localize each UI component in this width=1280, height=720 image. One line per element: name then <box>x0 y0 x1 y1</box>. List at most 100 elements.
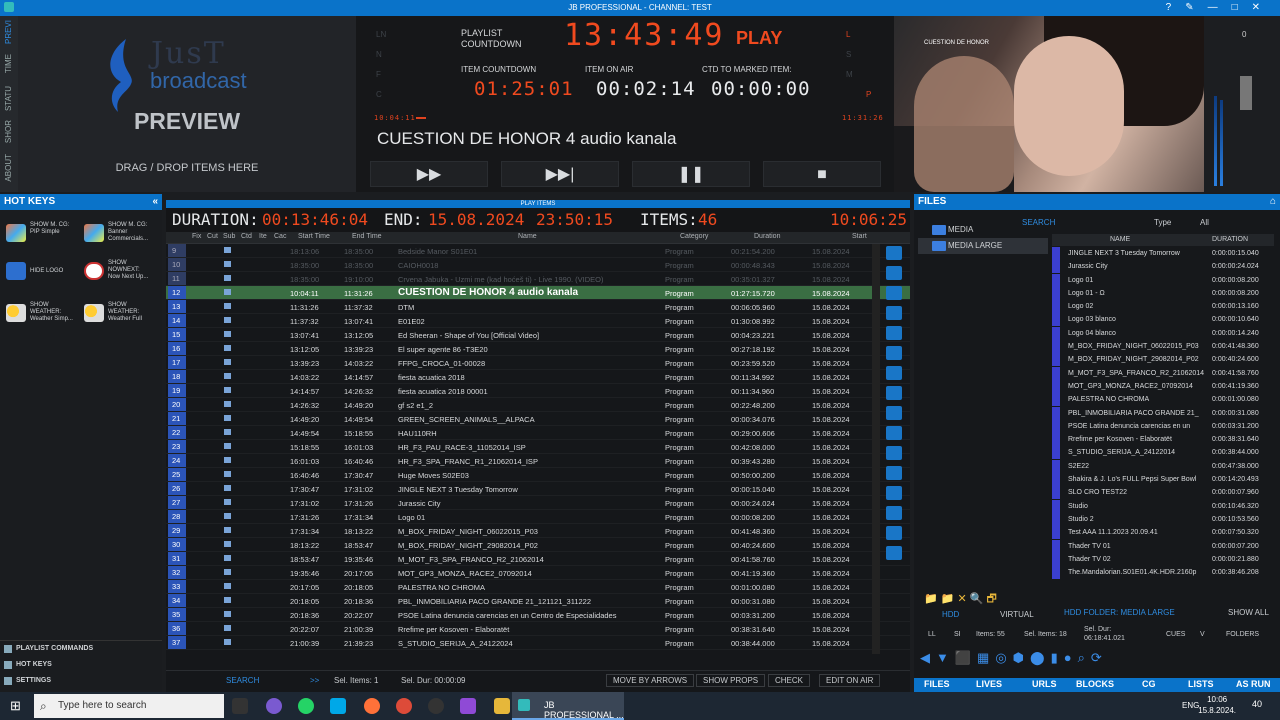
app-icon[interactable] <box>428 698 444 714</box>
table-row[interactable]: 26 17:30:47 17:31:02 JINGLE NEXT 3 Tuesday … <box>166 482 910 496</box>
skype-icon[interactable] <box>330 698 346 714</box>
volume-fader[interactable] <box>1240 76 1252 110</box>
virtual-tab[interactable]: VIRTUAL <box>1000 610 1034 619</box>
check-button[interactable]: CHECK <box>768 674 811 687</box>
ll-button[interactable]: LL <box>928 631 936 638</box>
visual-studio-icon[interactable] <box>460 698 476 714</box>
target-icon[interactable] <box>886 266 902 280</box>
delete-icon[interactable] <box>886 446 902 460</box>
window-controls[interactable]: ?✎—□✕ <box>1166 0 1274 16</box>
v-button[interactable]: V <box>1200 631 1205 638</box>
list-item[interactable]: Test AAA 11.1.2023 20.09.41 0:00:07:50.32… <box>1052 526 1274 540</box>
show-all-button[interactable]: SHOW ALL <box>1228 608 1269 617</box>
file-action-icons[interactable]: 📁 📁 ✕ 🔍 🗗 <box>924 590 1044 605</box>
pause-button[interactable]: ❚❚ <box>632 161 750 187</box>
menu-hot-keys[interactable]: HOT KEYS <box>0 657 162 673</box>
tab-shortcuts[interactable]: SHOR <box>4 120 13 143</box>
table-row[interactable]: 9 18:13:06 18:35:00 Bedside Manor S01E01 Pro… <box>166 244 910 258</box>
chrome-icon[interactable] <box>396 698 412 714</box>
list-item[interactable]: Studio 2 0:00:10:53.560 <box>1052 512 1274 526</box>
cube-icon[interactable] <box>886 346 902 360</box>
globe-icon[interactable] <box>886 326 902 340</box>
list-item[interactable]: Logo 01 0:00:00:08.200 <box>1052 273 1274 287</box>
table-row[interactable]: 24 16:01:03 16:40:46 HR_F3_SPA_FRANC_R1_210… <box>166 454 910 468</box>
tab-about[interactable]: ABOUT <box>4 154 13 182</box>
list-item[interactable]: M_BOX_FRIDAY_NIGHT_06022015_P03 0:00:41:4… <box>1052 340 1274 354</box>
col-duration[interactable]: Duration <box>754 233 780 240</box>
list-item[interactable]: Shakira & J. Lo's FULL Pepsi Super Bowl 0… <box>1052 473 1274 487</box>
taskbar-jb-app[interactable]: JB PROFESSIONAL ... <box>512 692 624 720</box>
hotkey-weather-simple[interactable]: SHOW WEATHER: Weather Simp... <box>4 298 76 328</box>
list-item[interactable]: SLO CRO TEST22 0:00:00:07.960 <box>1052 486 1274 500</box>
list-item[interactable]: JINGLE NEXT 3 Tuesday Tomorrow 0:00:00:15… <box>1052 247 1274 260</box>
type-select[interactable]: All <box>1200 218 1209 227</box>
table-row[interactable]: 31 18:53:47 19:35:46 M_MOT_F3_SPA_FRANCO_R2… <box>166 552 910 566</box>
table-row[interactable]: 23 15:18:55 16:01:03 HR_F3_PAU_RACE-3_11052… <box>166 440 910 454</box>
file-explorer-icon[interactable] <box>494 698 510 714</box>
list-item[interactable]: Rrefime per Kosoven - Elaboratët 0:00:38:… <box>1052 433 1274 447</box>
folder-media[interactable]: MEDIA <box>918 222 1048 238</box>
stop-button[interactable]: ■ <box>763 161 881 187</box>
tab-status[interactable]: STATU <box>4 86 13 111</box>
hotkey-weather-full[interactable]: SHOW WEATHER: Weather Full <box>82 298 154 328</box>
table-row[interactable]: 28 17:31:26 17:31:34 Logo 01 Program 00:00:08… <box>166 510 910 524</box>
col-file-name[interactable]: NAME <box>1110 236 1130 243</box>
table-row[interactable]: 20 14:26:32 14:49:20 gf s2 e1_2 Program 00:22… <box>166 398 910 412</box>
list-item[interactable]: The.Mandalorian.S01E01.4K.HDR.2160p 0:00:… <box>1052 566 1274 580</box>
search-link[interactable]: SEARCH <box>226 676 259 685</box>
hotkey-banner[interactable]: SHOW M. CG: Banner Commercials... <box>82 218 154 248</box>
table-row[interactable]: 17 13:39:23 14:03:22 FFPG_CROCA_01-00028 Pro… <box>166 356 910 370</box>
table-row[interactable]: 11 18:35:00 19:10:00 Crvena Jabuka - Uzmi m… <box>166 272 910 286</box>
table-row[interactable]: 12 10:04:11 11:31:26 CUESTION DE HONOR 4 au… <box>166 286 910 300</box>
edit-icon[interactable] <box>886 426 902 440</box>
col-sub[interactable]: Sub <box>223 233 235 240</box>
firefox-icon[interactable] <box>364 698 380 714</box>
table-row[interactable]: 30 18:13:22 18:53:47 M_BOX_FRIDAY_NIGHT_290… <box>166 538 910 552</box>
tab-blocks[interactable]: BLOCKS <box>1076 679 1114 689</box>
col-fix[interactable]: Fix <box>192 233 201 240</box>
col-category[interactable]: Category <box>680 233 708 240</box>
col-cac[interactable]: Cac <box>274 233 286 240</box>
col-end-time[interactable]: End Time <box>352 233 382 240</box>
menu-settings[interactable]: SETTINGS <box>0 673 162 689</box>
table-row[interactable]: 37 21:00:39 21:39:23 S_STUDIO_SERIJA_A_2412… <box>166 636 910 650</box>
tab-lives[interactable]: LIVES <box>976 679 1002 689</box>
list-item[interactable]: Thader TV 02 0:00:00:21.880 <box>1052 552 1274 566</box>
edit-on-air-button[interactable]: EDIT ON AIR <box>819 674 881 687</box>
pin-icon[interactable] <box>886 246 902 260</box>
tab-urls[interactable]: URLS <box>1032 679 1057 689</box>
list-item[interactable]: PSOE Latina denuncia carencias en un 0:00… <box>1052 419 1274 433</box>
tree-icon[interactable] <box>886 466 902 480</box>
tab-preview[interactable]: PREVI <box>4 20 13 44</box>
preview-panel[interactable]: JusT broadcast PREVIEW DRAG / DROP ITEMS… <box>18 16 356 192</box>
col-ctd[interactable]: Ctd <box>241 233 252 240</box>
list-item[interactable]: M_BOX_FRIDAY_NIGHT_29082014_P02 0:00:40:2… <box>1052 353 1274 367</box>
table-row[interactable]: 33 20:17:05 20:18:05 PALESTRA NO CHROMA Prog… <box>166 580 910 594</box>
list-item[interactable]: MOT_GP3_MONZA_RACE2_07092014 0:00:41:19.3… <box>1052 379 1274 393</box>
list-item[interactable]: Jurassic City 0:00:00:24.024 <box>1052 260 1274 274</box>
tab-lists[interactable]: LISTS <box>1188 679 1214 689</box>
si-button[interactable]: SI <box>954 631 961 638</box>
folders-button[interactable]: FOLDERS <box>1226 631 1259 638</box>
table-row[interactable]: 19 14:14:57 14:26:32 fiesta acuatica 2018 0… <box>166 384 910 398</box>
expand-arrows[interactable]: >> <box>310 676 319 685</box>
copy-icon[interactable] <box>886 506 902 520</box>
hotkey-pip-simple[interactable]: SHOW M. CG: PIP Simple <box>4 218 76 248</box>
playlist-scrollbar[interactable] <box>872 244 880 654</box>
move-by-arrows-button[interactable]: MOVE BY ARROWS <box>606 674 695 687</box>
list-item[interactable]: S2E22 0:00:47:38.000 <box>1052 459 1274 473</box>
up-circle-icon[interactable] <box>886 386 902 400</box>
cut-icon[interactable] <box>886 486 902 500</box>
table-row[interactable]: 36 20:22:07 21:00:39 Rrefime per Kosoven - … <box>166 622 910 636</box>
table-row[interactable]: 35 20:18:36 20:22:07 PSOE Latina denuncia c… <box>166 608 910 622</box>
show-props-button[interactable]: SHOW PROPS <box>696 674 766 687</box>
tab-cg[interactable]: CG <box>1142 679 1156 689</box>
taskbar-clock[interactable]: 10:06 15.8.2024. <box>1198 694 1236 716</box>
tab-time[interactable]: TIME <box>4 54 13 73</box>
task-view-icon[interactable] <box>232 698 248 714</box>
arrow-up-icon[interactable] <box>886 366 902 380</box>
fast-forward-button[interactable]: ▶▶ <box>370 161 488 187</box>
table-row[interactable]: 14 11:37:32 13:07:41 E01E02 Program 01:30:08.… <box>166 314 910 328</box>
eject-icon[interactable] <box>886 286 902 300</box>
paste-icon[interactable] <box>886 526 902 540</box>
